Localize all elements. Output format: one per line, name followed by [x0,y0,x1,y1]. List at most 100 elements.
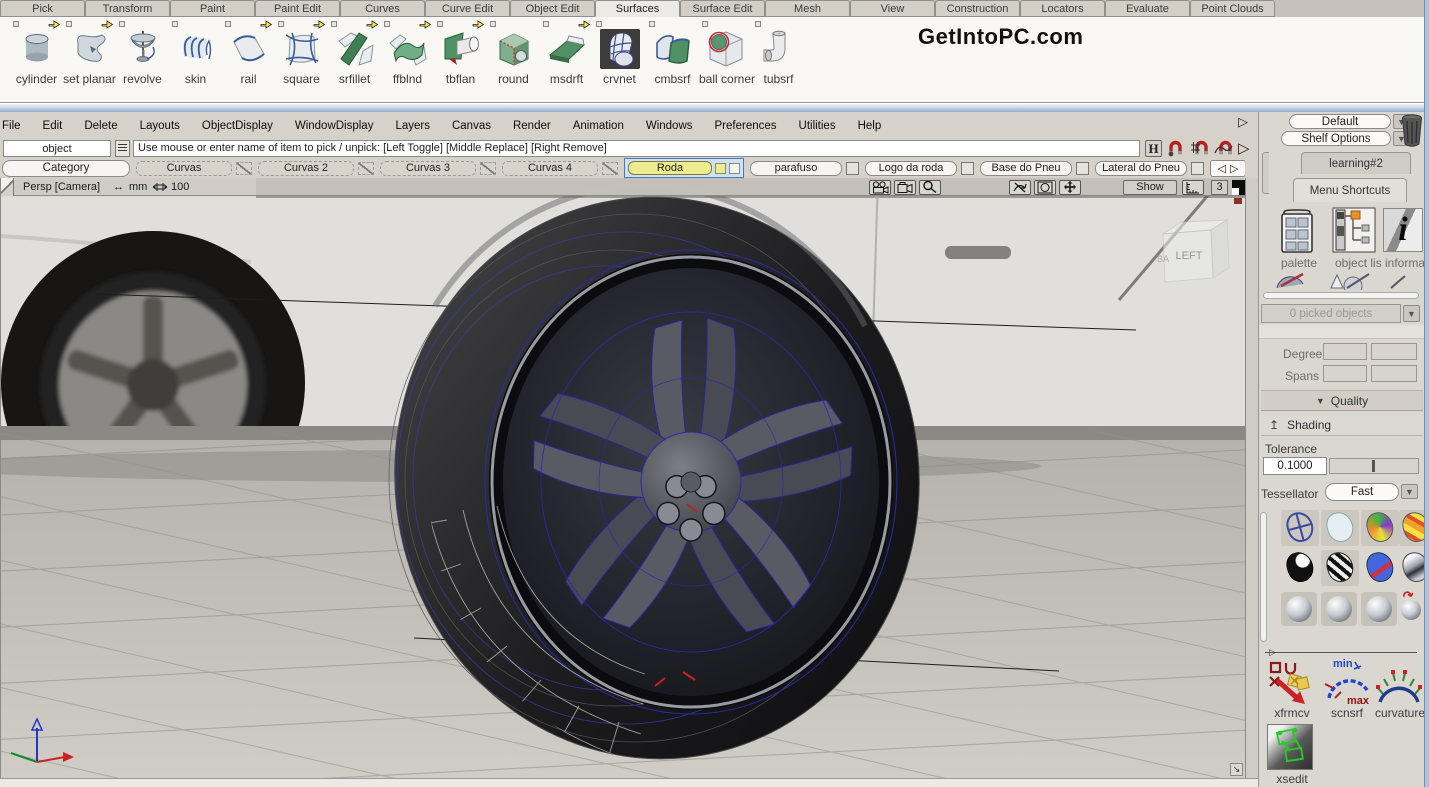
layer-curvas-2[interactable]: Curvas 2 [258,161,354,176]
tool-msdrft[interactable]: msdrft [540,17,593,102]
layer-symmetry-icon[interactable] [358,162,374,175]
scnsrf-icon[interactable]: minmax [1321,656,1373,706]
layer-toggle-box[interactable] [961,162,974,175]
menu-canvas[interactable]: Canvas [441,120,502,132]
horizontal-scrollbar[interactable] [1263,292,1419,299]
tolerance-value-field[interactable]: 0.1000 [1263,457,1327,475]
menu-layers[interactable]: Layers [384,120,441,132]
prompt-expand-arrow-icon[interactable]: ▷ [1238,139,1250,157]
layer-curvas-4[interactable]: Curvas 4 [502,161,598,176]
tool-square[interactable]: square [275,17,328,102]
object-lister-icon[interactable] [1331,206,1377,254]
shading-section-header[interactable]: ↥Shading [1261,415,1423,436]
layer-toggle-box[interactable] [846,162,859,175]
pane-split-icon[interactable] [1,178,14,196]
xfrmcv-icon[interactable] [1267,660,1315,706]
tool-option-checkbox[interactable] [543,21,549,27]
vertical-scrollbar[interactable] [1260,512,1267,642]
palette-icon[interactable] [1275,208,1319,254]
tool-set-planar[interactable]: set planar [63,17,116,102]
menu-help[interactable]: Help [847,120,893,132]
look-at-icon[interactable] [1034,180,1056,195]
layer-toggle-box[interactable] [1191,162,1204,175]
menu-objectdisplay[interactable]: ObjectDisplay [191,120,284,132]
shelf-preset-dropdown[interactable]: Default [1289,114,1391,129]
tool-option-checkbox[interactable] [755,21,761,27]
tool-option-checkbox[interactable] [66,21,72,27]
tool-option-checkbox[interactable] [13,21,19,27]
tool-cylinder[interactable]: cylinder [10,17,63,102]
layer-base-do-pneu[interactable]: Base do Pneu [980,161,1072,176]
spans-field-2[interactable] [1371,365,1417,382]
shelf-tab-curve-edit[interactable]: Curve Edit [425,0,510,17]
prompt-list-icon[interactable] [115,140,130,157]
tool-option-checkbox[interactable] [649,21,655,27]
shelf-tab-curves[interactable]: Curves [340,0,425,17]
side-mini-tab[interactable] [1262,152,1269,194]
shelf-tab-pick[interactable]: Pick [0,0,85,17]
layer-visibility-box[interactable] [729,163,740,174]
show-button[interactable]: Show [1123,180,1177,195]
shelf-tab-object-edit[interactable]: Object Edit [510,0,595,17]
layer-scroll-arrows[interactable]: ◁▷ [1210,160,1245,177]
shelf-tab-transform[interactable]: Transform [85,0,170,17]
spans-field-1[interactable] [1323,365,1367,382]
menu-utilities[interactable]: Utilities [788,120,847,132]
curvature-shade-icon[interactable] [1364,549,1397,585]
layer-symmetry-icon[interactable] [602,162,618,175]
twist-camera-icon[interactable] [1009,180,1031,195]
curvature-comb-icon[interactable] [1375,660,1423,706]
glossy-sphere-icon[interactable] [1321,592,1357,626]
trash-icon[interactable] [1399,112,1425,148]
xsedit-icon[interactable] [1267,724,1313,770]
menu-delete[interactable]: Delete [73,120,128,132]
layer-curvas-3[interactable]: Curvas 3 [380,161,476,176]
shelf-tab-surfaces[interactable]: Surfaces [595,0,680,17]
zoom-magnifier-icon[interactable] [919,180,941,195]
menu-windowdisplay[interactable]: WindowDisplay [284,120,385,132]
tool-crvnet-active[interactable]: crvnet [593,17,646,102]
menu-preferences[interactable]: Preferences [704,120,788,132]
tool-ffblnd[interactable]: ffblnd [381,17,434,102]
shelf-tab-construction[interactable]: Construction [935,0,1020,17]
perspective-viewport[interactable]: Persp [Camera] ↔ mm 100 Show 3 [0,178,1245,778]
layer-curvas[interactable]: Curvas [136,161,232,176]
layer-parafuso[interactable]: parafuso [750,161,842,176]
layer-roda-active[interactable]: Roda [628,161,712,175]
shelf-tab-surface-edit[interactable]: Surface Edit [680,0,765,17]
tool-round[interactable]: round [487,17,540,102]
layer-symmetry-icon[interactable] [236,162,252,175]
layer-state-box[interactable] [715,163,726,174]
quality-section-header[interactable]: ▼Quality [1261,390,1423,411]
subdivision-level-button[interactable]: 3 [1211,180,1228,195]
layer-symmetry-icon[interactable] [480,162,496,175]
history-icon[interactable]: H [1145,140,1162,157]
menu-animation[interactable]: Animation [562,120,635,132]
menu-edit[interactable]: Edit [32,120,74,132]
shiny-sphere-icon[interactable] [1361,592,1397,626]
shelf-tab-view[interactable]: View [850,0,935,17]
category-button[interactable]: Category [2,160,130,177]
slider-marker-icon[interactable]: ▷ [1269,647,1276,658]
layer-logo-da-roda[interactable]: Logo da roda [865,161,957,176]
shelf-tab-locators[interactable]: Locators [1020,0,1105,17]
tool-option-checkbox[interactable] [119,21,125,27]
shelf-tab-evaluate[interactable]: Evaluate [1105,0,1190,17]
tessellator-dropdown-arrow-icon[interactable]: ▼ [1401,484,1418,499]
silhouette-shade-icon[interactable] [1284,549,1317,585]
tool-rail[interactable]: rail [222,17,275,102]
picked-objects-dropdown-arrow-icon[interactable]: ▼ [1403,305,1420,322]
menu-file[interactable]: File [0,120,32,132]
shelf-tab-learning[interactable]: learning#2 [1301,152,1411,174]
tool-revolve[interactable]: revolve [116,17,169,102]
shelf-tab-mesh[interactable]: Mesh [765,0,850,17]
point-snap-magnet-icon[interactable] [1166,140,1186,157]
menu-windows[interactable]: Windows [635,120,704,132]
degree-field-1[interactable] [1323,343,1367,360]
film-camera-icon[interactable] [869,180,891,195]
tool-option-checkbox[interactable] [490,21,496,27]
camera-label[interactable]: Persp [Camera] [23,178,100,196]
units-label[interactable]: mm [129,178,147,196]
shelf-tab-paint-edit[interactable]: Paint Edit [255,0,340,17]
tool-option-checkbox[interactable] [172,21,178,27]
